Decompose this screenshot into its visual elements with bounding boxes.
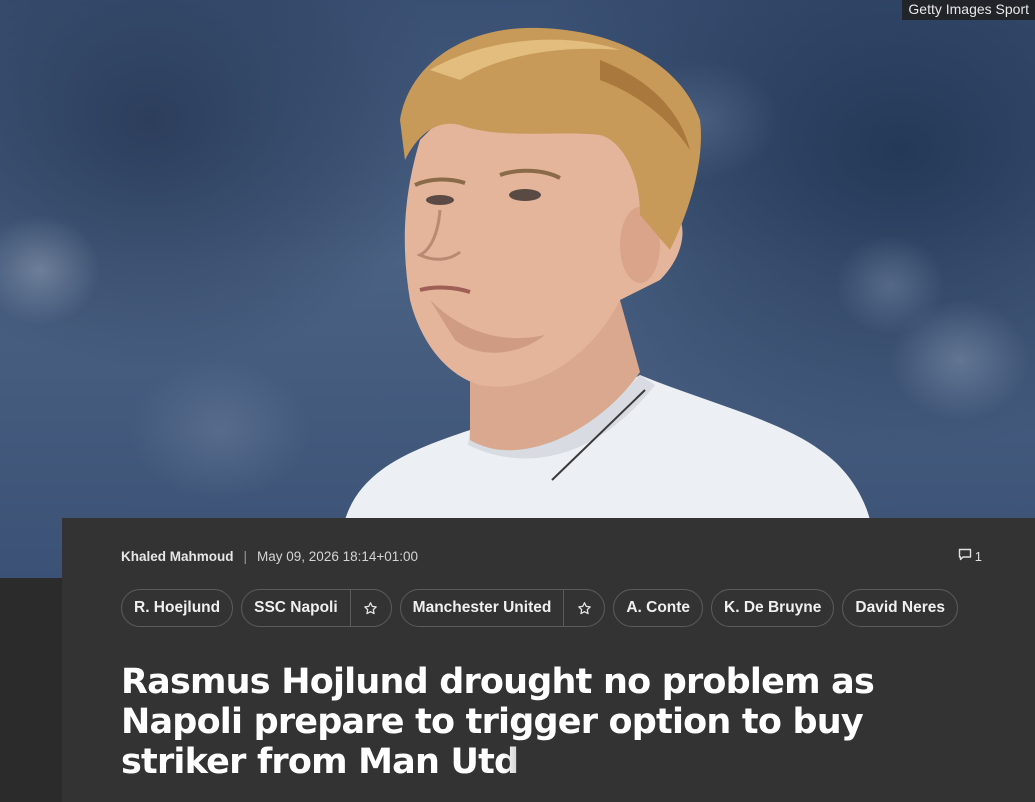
tag-manchester-united[interactable]: Manchester United (399, 589, 606, 627)
tag-r-hoejlund[interactable]: R. Hoejlund (121, 589, 234, 627)
comments-link[interactable]: 1 (958, 548, 982, 564)
star-icon (578, 601, 591, 614)
headline-fade (502, 744, 642, 794)
tag-list: R. Hoejlund SSC Napoli Manchester United (121, 589, 958, 627)
comment-icon (958, 548, 972, 564)
tag-david-neres[interactable]: David Neres (842, 589, 958, 627)
article-meta: Khaled Mahmoud | May 09, 2026 18:14+01:0… (121, 548, 418, 564)
follow-star-button[interactable] (349, 590, 391, 626)
tag-label: R. Hoejlund (134, 599, 221, 616)
meta-separator: | (243, 548, 248, 564)
tag-label: A. Conte (626, 599, 691, 616)
tag-ssc-napoli[interactable]: SSC Napoli (241, 589, 392, 627)
article-card: Khaled Mahmoud | May 09, 2026 18:14+01:0… (62, 518, 1035, 802)
tag-a-conte[interactable]: A. Conte (613, 589, 704, 627)
tag-label: Manchester United (412, 599, 552, 616)
follow-star-button[interactable] (563, 590, 604, 626)
publish-timestamp: May 09, 2026 18:14+01:00 (257, 548, 419, 564)
player-photo (345, 27, 870, 578)
author-name[interactable]: Khaled Mahmoud (121, 549, 234, 564)
article-page: Getty Images Sport Khaled Mahmoud | May … (0, 0, 1035, 802)
photo-credit: Getty Images Sport (902, 0, 1035, 20)
tag-label: David Neres (855, 599, 945, 616)
hero-image: Getty Images Sport (0, 0, 1035, 578)
tag-label: SSC Napoli (254, 599, 338, 616)
tag-label: K. De Bruyne (724, 599, 822, 616)
comment-count: 1 (974, 548, 982, 564)
tag-k-de-bruyne[interactable]: K. De Bruyne (711, 589, 835, 627)
star-icon (364, 601, 377, 614)
